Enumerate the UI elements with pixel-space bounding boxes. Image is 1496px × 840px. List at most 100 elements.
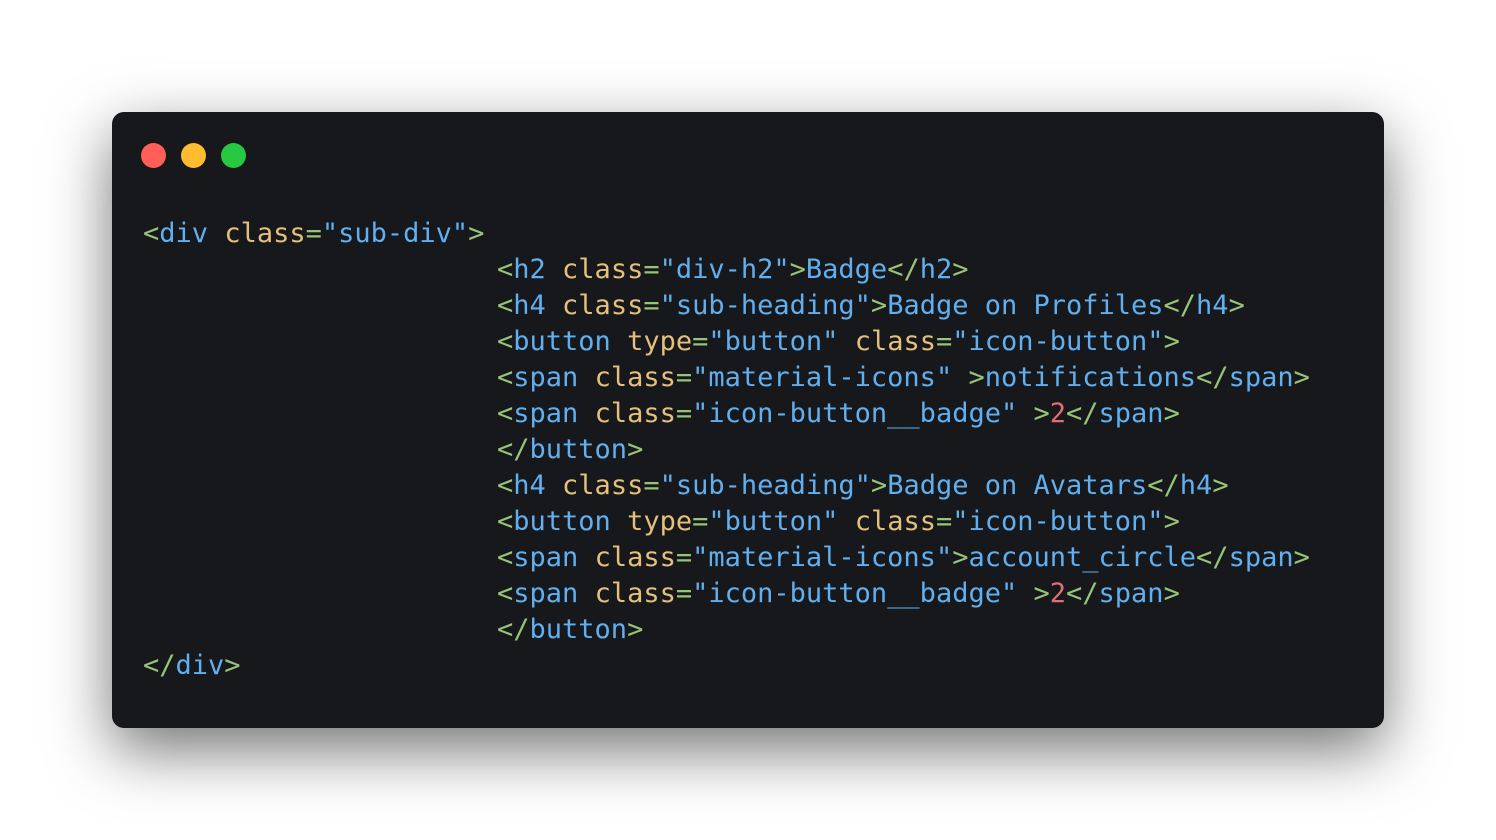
code-token-punct: >	[1163, 326, 1180, 357]
code-token-tag: span	[513, 362, 579, 393]
code-token-tag: button	[529, 434, 628, 465]
code-token-attr: class	[562, 290, 644, 321]
code-token-punct: =	[675, 578, 693, 609]
code-token-tag: span	[513, 542, 579, 573]
code-token-attr: class	[594, 542, 676, 573]
code-line: <button type="button" class="icon-button…	[143, 324, 1310, 360]
code-block: <div class="sub-div"> <h2 class="div-h2">…	[143, 216, 1310, 684]
code-token-tag: h4	[1196, 290, 1229, 321]
code-token-punct: </	[1163, 290, 1197, 321]
code-token-tag: div	[175, 650, 225, 681]
code-line: </button>	[143, 432, 1310, 468]
code-token-number: 2	[1049, 398, 1067, 429]
code-token-punct: <	[497, 542, 514, 573]
code-token-tag: button	[513, 506, 611, 537]
code-token-punct: </	[1066, 398, 1099, 429]
code-line: <span class="material-icons" >notificati…	[143, 360, 1310, 396]
code-line: <span class="material-icons">account_cir…	[143, 540, 1310, 576]
minimize-dot-icon[interactable]	[181, 143, 206, 168]
code-token-string: "div-h2"	[659, 254, 790, 285]
code-token-punct: <	[497, 254, 514, 285]
code-token-punct: >	[1163, 578, 1180, 609]
code-token-text: Badge	[805, 254, 888, 285]
code-token-punct: >	[1212, 470, 1229, 501]
code-token-punct: <	[497, 362, 514, 393]
code-token-string: "icon-button"	[952, 326, 1164, 357]
code-token-punct: </	[1196, 542, 1229, 573]
code-token-punct: >	[1293, 362, 1310, 393]
code-token-punct: >	[1163, 506, 1180, 537]
code-token-string: "sub-heading"	[659, 470, 871, 501]
code-token-string: "material-icons"	[692, 542, 953, 573]
code-token-string: "icon-button__badge"	[692, 398, 1018, 429]
code-token-punct: =	[643, 290, 660, 321]
code-token-tag: span	[1228, 362, 1294, 393]
code-token-punct: </	[887, 254, 920, 285]
code-token-punct: <	[497, 290, 514, 321]
code-token-tag: h4	[513, 470, 546, 501]
code-token-tag: h2	[919, 254, 953, 285]
code-line: <div class="sub-div">	[143, 216, 1310, 252]
code-token-string: "material-icons"	[692, 362, 953, 393]
code-token-punct: </	[497, 614, 530, 645]
code-token-punct: >	[627, 614, 644, 645]
code-token-punct: =	[692, 506, 709, 537]
code-line: </div>	[143, 648, 1310, 684]
code-token-tag: span	[1098, 398, 1164, 429]
code-token-attr: type	[627, 326, 693, 357]
code-token-punct: =	[692, 326, 709, 357]
code-token-tag: span	[1098, 578, 1164, 609]
code-token-string: "sub-heading"	[659, 290, 871, 321]
code-token-punct: >	[224, 650, 241, 681]
code-token-tag: button	[529, 614, 628, 645]
code-token-attr: class	[594, 398, 676, 429]
code-token-attr: type	[627, 506, 693, 537]
code-token-punct: >	[1033, 578, 1050, 609]
code-token-punct: <	[497, 578, 514, 609]
code-token-punct: >	[952, 542, 969, 573]
code-token-tag: button	[513, 326, 611, 357]
code-token-string: "icon-button"	[952, 506, 1164, 537]
code-token-text: Badge on Avatars	[887, 470, 1148, 501]
code-token-punct: =	[935, 506, 953, 537]
code-token-punct: =	[935, 326, 953, 357]
code-token-punct: >	[968, 362, 985, 393]
close-dot-icon[interactable]	[141, 143, 166, 168]
code-token-attr: class	[224, 218, 306, 249]
code-token-tag: span	[1228, 542, 1294, 573]
code-token-punct: >	[870, 290, 888, 321]
code-line: <h4 class="sub-heading">Badge on Avatars…	[143, 468, 1310, 504]
code-token-punct: <	[143, 218, 160, 249]
maximize-dot-icon[interactable]	[221, 143, 246, 168]
code-token-tag: div	[159, 218, 209, 249]
code-line: <h4 class="sub-heading">Badge on Profile…	[143, 288, 1310, 324]
code-token-tag: h4	[1179, 470, 1213, 501]
code-token-punct: =	[675, 362, 693, 393]
code-token-punct: <	[497, 470, 514, 501]
code-token-punct: =	[305, 218, 322, 249]
code-token-string: "icon-button__badge"	[692, 578, 1018, 609]
code-token-punct: =	[675, 398, 693, 429]
code-token-number: 2	[1049, 578, 1067, 609]
code-line: <span class="icon-button__badge" >2</spa…	[143, 576, 1310, 612]
code-token-punct: >	[1228, 290, 1245, 321]
code-token-attr: class	[562, 254, 644, 285]
code-token-attr: class	[594, 578, 676, 609]
code-token-punct: >	[870, 470, 888, 501]
code-token-text: notifications	[984, 362, 1197, 393]
code-token-string: "button"	[708, 326, 839, 357]
code-token-attr: class	[854, 326, 936, 357]
code-token-punct: >	[1293, 542, 1310, 573]
